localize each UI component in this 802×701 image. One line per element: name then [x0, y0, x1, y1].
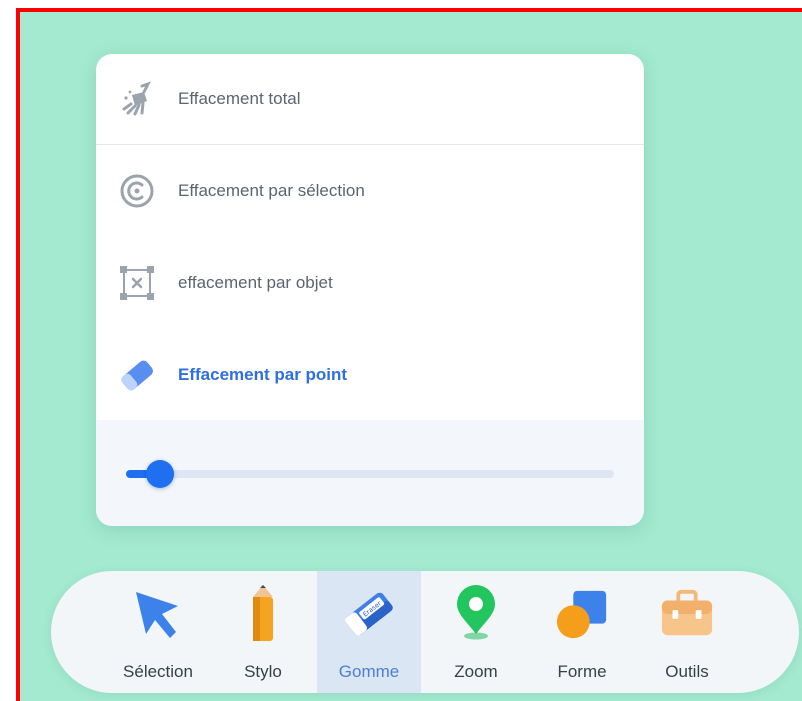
eraser-icon	[116, 354, 158, 396]
eraser-size-slider-area	[96, 420, 644, 526]
menu-divider	[96, 144, 644, 145]
tool-tools[interactable]: Outils	[635, 571, 739, 693]
menu-item-object-erase[interactable]: effacement par objet	[96, 238, 644, 328]
tool-label: Gomme	[338, 662, 400, 681]
tool-selection[interactable]: Sélection	[106, 571, 210, 693]
bottom-toolbar: Sélection Stylo Eraser Gomme Zoom Forme …	[51, 571, 799, 693]
eraser-options-panel: Effacement total Effacement par sélectio…	[96, 54, 644, 526]
tool-label: Forme	[557, 662, 607, 681]
broom-icon	[116, 78, 158, 120]
map-pin-icon	[448, 583, 504, 645]
menu-item-label: Effacement total	[178, 89, 301, 108]
slider-thumb[interactable]	[146, 460, 175, 488]
menu-item-label: Effacement par sélection	[178, 181, 365, 200]
tool-zoom[interactable]: Zoom	[424, 571, 528, 693]
app-canvas[interactable]: Effacement total Effacement par sélectio…	[16, 8, 802, 701]
menu-item-label: Effacement par point	[178, 365, 348, 384]
tool-pen[interactable]: Stylo	[211, 571, 315, 693]
shapes-icon	[554, 583, 610, 645]
object-box-icon	[116, 262, 158, 304]
toolbox-icon	[659, 583, 715, 645]
lasso-icon	[116, 170, 158, 212]
slider-track[interactable]	[126, 470, 614, 478]
tool-label: Stylo	[244, 662, 282, 681]
tool-shape[interactable]: Forme	[530, 571, 634, 693]
menu-item-label: effacement par objet	[178, 273, 333, 292]
eraser-icon: Eraser	[341, 583, 397, 645]
tool-label: Outils	[665, 662, 709, 681]
cursor-arrow-icon	[130, 583, 186, 645]
tool-eraser[interactable]: Eraser Gomme	[317, 571, 421, 693]
menu-item-point-erase[interactable]: Effacement par point	[96, 330, 644, 420]
menu-item-selection-erase[interactable]: Effacement par sélection	[96, 146, 644, 236]
tool-label: Zoom	[454, 662, 498, 681]
pencil-icon	[235, 583, 291, 645]
tool-label: Sélection	[123, 662, 193, 681]
menu-item-total-erase[interactable]: Effacement total	[96, 54, 644, 144]
